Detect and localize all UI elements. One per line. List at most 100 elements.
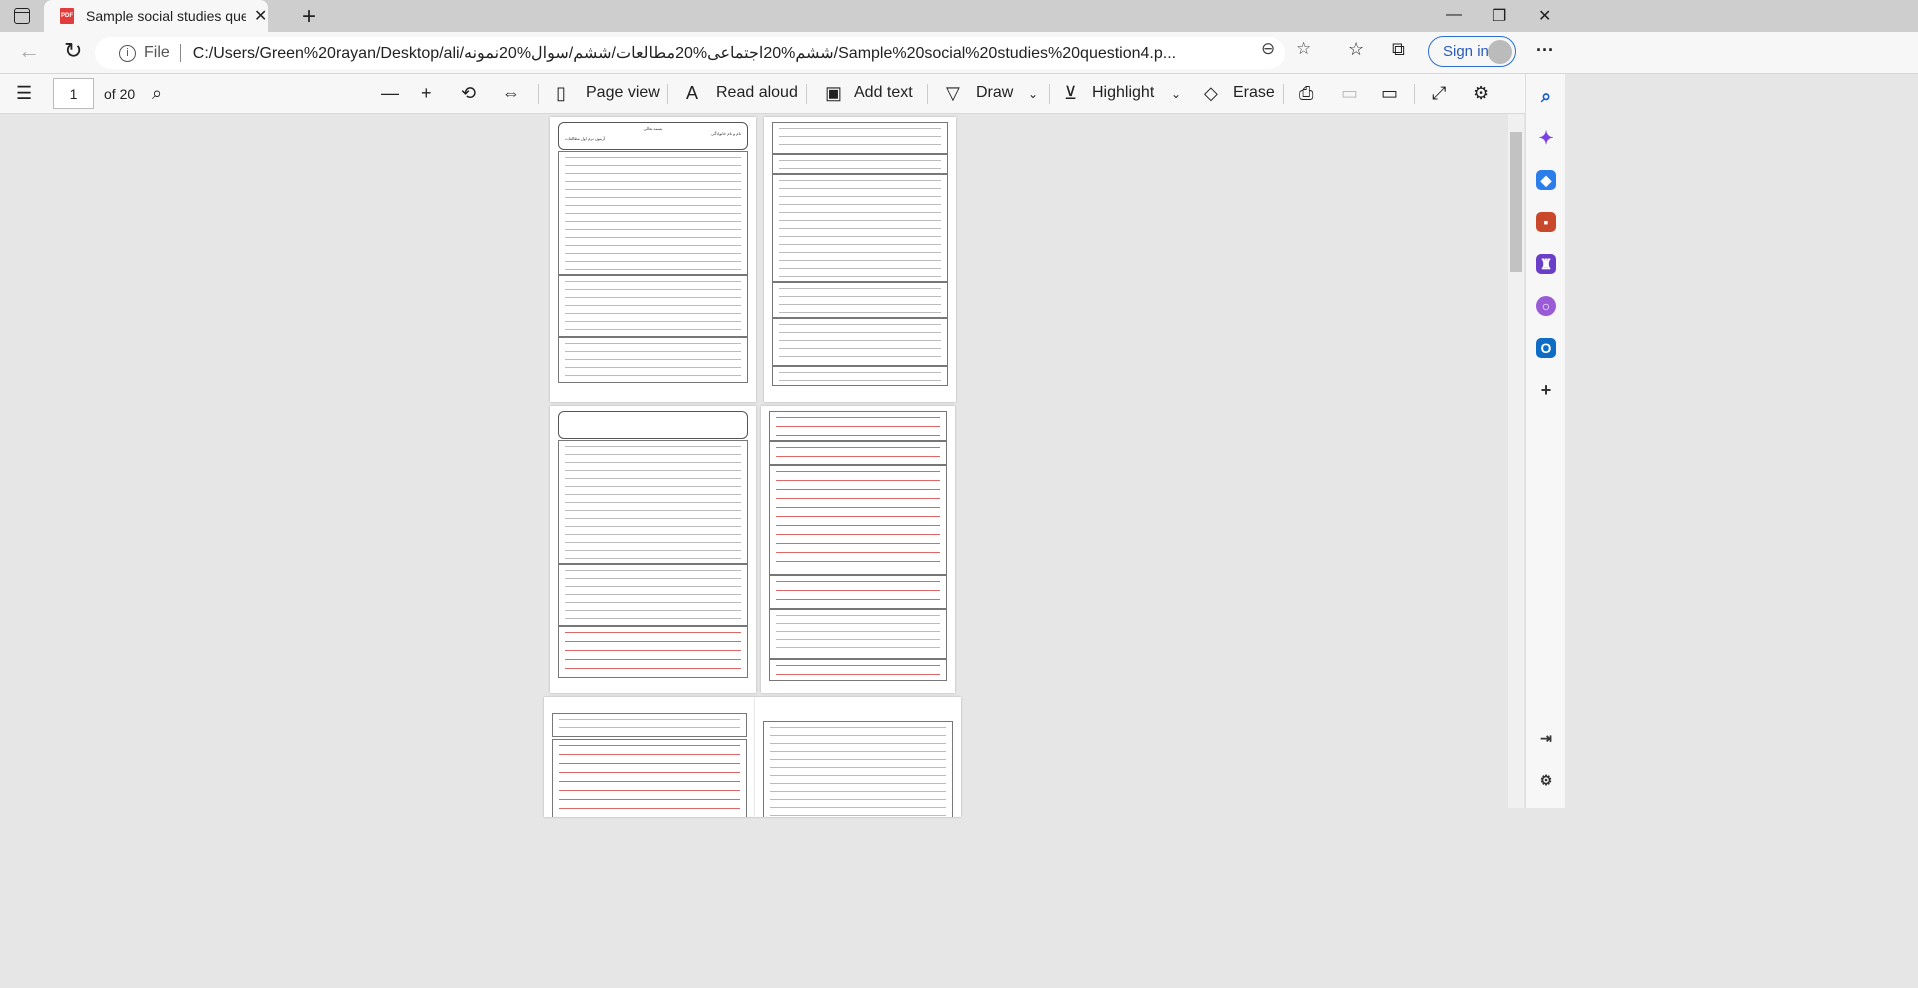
timeline-block bbox=[772, 318, 948, 366]
answers-block bbox=[558, 440, 748, 564]
search-icon[interactable]: ⌕ bbox=[1536, 86, 1556, 106]
rotate-icon[interactable]: ⟲ bbox=[461, 83, 476, 104]
answers-block bbox=[769, 659, 947, 681]
highlight-chevron-down-icon[interactable]: ⌄ bbox=[1171, 87, 1181, 101]
collections-icon[interactable]: ⧉ bbox=[1392, 39, 1405, 60]
address-bar[interactable]: i File C:/Users/Green%20rayan/Desktop/al… bbox=[95, 37, 1285, 69]
divider bbox=[927, 84, 928, 104]
questions-block bbox=[558, 337, 748, 383]
answers-block bbox=[769, 441, 947, 465]
add-text-button[interactable]: Add text bbox=[854, 84, 913, 102]
zoom-in-icon[interactable]: + bbox=[421, 83, 432, 104]
sidebar-settings-icon[interactable]: ⚙ bbox=[1536, 770, 1556, 790]
sign-in-label: Sign in bbox=[1443, 43, 1489, 60]
pdf-page-3 bbox=[550, 406, 756, 693]
tools-briefcase-icon[interactable]: ▪ bbox=[1536, 212, 1556, 232]
draw-button[interactable]: Draw bbox=[976, 84, 1013, 102]
games-icon[interactable]: ♜ bbox=[1536, 254, 1556, 274]
draw-icon[interactable]: ▽ bbox=[946, 83, 960, 104]
pdf-icon: PDF bbox=[60, 8, 74, 24]
outlook-icon[interactable]: O bbox=[1536, 338, 1556, 358]
divider bbox=[667, 84, 668, 104]
questions-table bbox=[763, 721, 953, 817]
save-as-icon[interactable]: ▭ bbox=[1381, 83, 1398, 104]
timeline-block bbox=[769, 609, 947, 659]
page-header: بسمه تعالی نام و نام خانوادگی آزمون ترم … bbox=[558, 122, 748, 150]
fullscreen-icon[interactable]: ⤢ bbox=[1432, 83, 1446, 104]
close-window-button[interactable]: ✕ bbox=[1538, 6, 1551, 26]
hide-sidebar-icon[interactable]: ⇥ bbox=[1536, 728, 1556, 748]
comparison-table-block bbox=[769, 575, 947, 609]
reload-button[interactable]: ↻ bbox=[64, 38, 82, 64]
pdf-page-5 bbox=[544, 697, 755, 817]
zoom-out-icon[interactable]: ⊖ bbox=[1261, 39, 1275, 59]
pdf-toolbar: ☰ 1 of 20 ⌕ — + ⟲ ⇔ ▯ Page view A Read a… bbox=[0, 74, 1525, 114]
divider bbox=[179, 44, 181, 62]
add-icon[interactable]: + bbox=[1536, 380, 1556, 400]
divider bbox=[806, 84, 807, 104]
page-view-icon[interactable]: ▯ bbox=[556, 83, 566, 104]
questions-block bbox=[558, 275, 748, 337]
divider bbox=[538, 84, 539, 104]
scrollbar-thumb[interactable] bbox=[1510, 132, 1522, 272]
answers-block bbox=[558, 564, 748, 626]
answers-block bbox=[769, 465, 947, 575]
add-text-icon[interactable]: ▣ bbox=[825, 83, 842, 104]
questions-block bbox=[772, 154, 948, 174]
questions-block bbox=[558, 151, 748, 275]
exam-title: آزمون ترم اول مطالعات bbox=[565, 136, 606, 141]
page-view-button[interactable]: Page view bbox=[586, 84, 660, 102]
pdf-page-6 bbox=[755, 697, 961, 817]
highlight-button[interactable]: Highlight bbox=[1092, 84, 1154, 102]
highlight-icon[interactable]: ⊻ bbox=[1064, 83, 1077, 104]
url-text[interactable]: C:/Users/Green%20rayan/Desktop/ali/ششم%2… bbox=[193, 43, 1253, 63]
questions-block bbox=[772, 174, 948, 282]
answers-block bbox=[769, 411, 947, 441]
erase-button[interactable]: Erase bbox=[1233, 84, 1275, 102]
close-tab-icon[interactable]: ✕ bbox=[254, 6, 267, 26]
back-button[interactable]: ← bbox=[18, 38, 40, 64]
sign-in-button[interactable]: Sign in bbox=[1428, 36, 1516, 67]
scheme-label: File bbox=[144, 44, 170, 61]
questions-block bbox=[772, 366, 948, 386]
address-row: ← ↻ i File C:/Users/Green%20rayan/Deskto… bbox=[0, 32, 1918, 74]
save-icon: ▭ bbox=[1341, 83, 1359, 103]
new-tab-button[interactable]: + bbox=[302, 3, 316, 31]
edge-sidebar: ⌕ ✦ ◆ ▪ ♜ ○ O + ⇥ ⚙ bbox=[1525, 74, 1565, 808]
contents-icon[interactable]: ☰ bbox=[16, 83, 32, 104]
tab-actions-icon[interactable] bbox=[14, 8, 30, 24]
info-table bbox=[552, 713, 747, 737]
avatar bbox=[1488, 40, 1512, 64]
tab-active[interactable]: PDF Sample social studies question4.pdf … bbox=[44, 0, 268, 32]
print-icon[interactable]: ⎙ bbox=[1299, 83, 1313, 104]
read-aloud-icon[interactable]: A bbox=[686, 83, 698, 104]
restore-button[interactable]: ❐ bbox=[1492, 6, 1506, 26]
add-favorite-icon[interactable]: ☆ bbox=[1296, 39, 1311, 59]
search-icon[interactable]: ⌕ bbox=[152, 83, 162, 104]
page-count: of 20 bbox=[104, 86, 136, 102]
tab-title: Sample social studies question4.pdf bbox=[86, 8, 246, 24]
divider bbox=[1414, 84, 1415, 104]
pdf-page-1: بسمه تعالی نام و نام خانوادگی آزمون ترم … bbox=[550, 117, 756, 402]
microsoft365-icon[interactable]: ○ bbox=[1536, 296, 1556, 316]
pdf-page-4 bbox=[761, 406, 955, 693]
copilot-icon[interactable]: ✦ bbox=[1536, 128, 1556, 148]
divider bbox=[1049, 84, 1050, 104]
questions-table bbox=[552, 739, 747, 817]
divider bbox=[1283, 84, 1284, 104]
shopping-tag-icon[interactable]: ◆ bbox=[1536, 170, 1556, 190]
draw-chevron-down-icon[interactable]: ⌄ bbox=[1028, 87, 1038, 101]
settings-gear-icon[interactable]: ⚙ bbox=[1473, 83, 1489, 104]
pdf-page-2 bbox=[764, 117, 956, 402]
erase-icon[interactable]: ◇ bbox=[1204, 83, 1218, 104]
fit-page-icon[interactable]: ⇔ bbox=[502, 83, 520, 104]
page-number-input[interactable]: 1 bbox=[53, 78, 94, 109]
read-aloud-button[interactable]: Read aloud bbox=[716, 84, 798, 102]
page-header bbox=[558, 411, 748, 439]
favorites-icon[interactable]: ☆ bbox=[1348, 39, 1364, 60]
info-icon[interactable]: i bbox=[119, 44, 136, 62]
minimize-button[interactable]: — bbox=[1446, 6, 1462, 24]
zoom-out-icon[interactable]: — bbox=[381, 83, 399, 104]
more-menu-icon[interactable]: ··· bbox=[1536, 40, 1554, 61]
questions-block bbox=[772, 122, 948, 154]
